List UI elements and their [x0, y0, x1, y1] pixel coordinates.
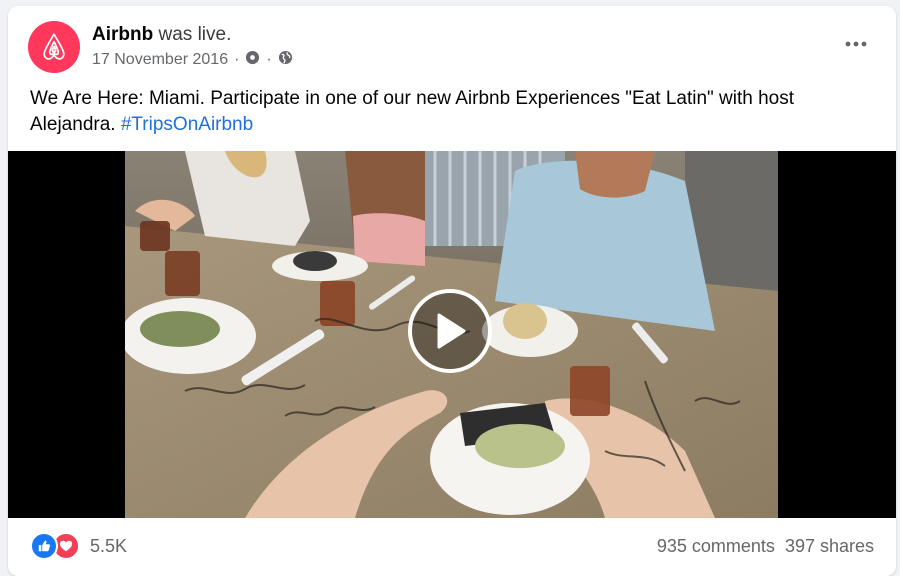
post-meta: 17 November 2016 · ·: [92, 50, 293, 70]
post-date-link[interactable]: 17 November 2016: [92, 51, 228, 69]
post-stats: 935 comments 397 shares: [657, 536, 874, 557]
meta-separator: ·: [266, 51, 272, 68]
reactions-summary[interactable]: 5.5K: [30, 532, 127, 560]
like-reaction-icon: [30, 532, 58, 560]
meta-separator: ·: [234, 51, 240, 68]
video-player[interactable]: [8, 151, 896, 518]
live-status-text: was live.: [158, 24, 232, 45]
post-card: Airbnb was live. 17 November 2016 · · We…: [8, 6, 896, 576]
reaction-count: 5.5K: [90, 535, 128, 556]
live-dot-icon: [245, 50, 260, 70]
post-footer: 5.5K 935 comments 397 shares: [8, 518, 896, 574]
page-name-link[interactable]: Airbnb: [92, 24, 153, 45]
ellipsis-icon: [845, 41, 867, 47]
play-button[interactable]: [408, 289, 492, 373]
play-icon: [437, 313, 466, 349]
more-options-button[interactable]: [838, 30, 874, 58]
post-author-line: Airbnb was live.: [92, 24, 231, 46]
post-caption: We Are Here: Miami. Participate in one o…: [30, 86, 860, 138]
globe-icon[interactable]: [278, 50, 293, 70]
airbnb-logo-icon: [43, 33, 65, 60]
airbnb-logo-avatar[interactable]: [28, 21, 80, 73]
post-header: Airbnb was live. 17 November 2016 · ·: [8, 6, 896, 86]
hashtag-link[interactable]: #TripsOnAirbnb: [121, 114, 253, 135]
comments-count-link[interactable]: 935 comments: [657, 536, 775, 557]
shares-count-link[interactable]: 397 shares: [785, 536, 874, 557]
